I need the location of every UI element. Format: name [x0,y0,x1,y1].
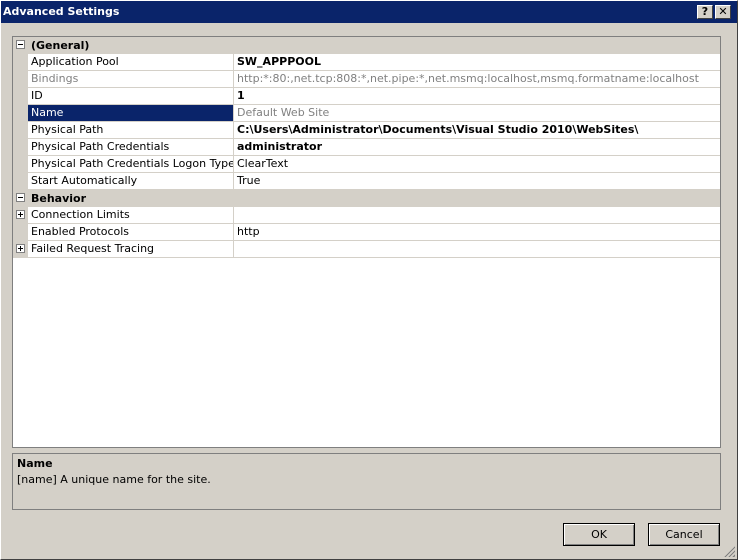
property-name: Failed Request Tracing [31,242,155,255]
property-value[interactable]: 1 [233,88,720,104]
ok-button[interactable]: OK [563,523,635,546]
property-name: Connection Limits [31,208,130,221]
category-behavior[interactable]: Behavior [13,190,720,207]
property-name: Start Automatically [31,174,138,187]
property-name: ID [31,89,43,102]
row-gutter [13,173,28,190]
property-row-name[interactable]: Name Default Web Site [13,105,720,122]
property-value[interactable]: SW_APPPOOL [233,54,720,70]
title-bar[interactable]: Advanced Settings ? ✕ [1,1,737,23]
property-name: Enabled Protocols [31,225,130,238]
advanced-settings-dialog: Advanced Settings ? ✕ (General) Applicat… [0,0,738,560]
property-row-physical-path-credentials[interactable]: Physical Path Credentials administrator [13,139,720,156]
close-icon: ✕ [718,5,728,18]
close-button[interactable]: ✕ [715,5,731,19]
description-title: Name [17,457,53,470]
property-value[interactable]: ClearText [233,156,720,172]
category-label: Behavior [31,192,87,205]
expand-icon[interactable] [16,244,25,253]
property-name: Physical Path Credentials [31,140,170,153]
property-row-start-automatically[interactable]: Start Automatically True [13,173,720,190]
dialog-title: Advanced Settings [3,5,120,18]
property-row-enabled-protocols[interactable]: Enabled Protocols http [13,224,720,241]
row-gutter [13,54,28,71]
description-panel: Name [name] A unique name for the site. [12,453,721,510]
property-value[interactable]: Default Web Site [233,105,720,121]
property-grid[interactable]: (General) Application Pool SW_APPPOOL Bi… [12,36,721,448]
property-name: Physical Path Credentials Logon Type [31,157,233,170]
property-row-connection-limits[interactable]: Connection Limits [13,207,720,224]
row-gutter [13,105,28,122]
category-general[interactable]: (General) [13,37,720,54]
property-row-id[interactable]: ID 1 [13,88,720,105]
property-row-failed-request-tracing[interactable]: Failed Request Tracing [13,241,720,258]
property-value[interactable] [233,241,720,257]
collapse-icon[interactable] [16,193,25,202]
property-name-selected: Name [28,105,233,121]
row-gutter [13,88,28,105]
property-row-logon-type[interactable]: Physical Path Credentials Logon Type Cle… [13,156,720,173]
description-text: [name] A unique name for the site. [17,473,211,486]
property-value[interactable]: http [233,224,720,240]
row-gutter [13,139,28,156]
property-value[interactable] [233,207,720,223]
row-gutter [13,207,28,224]
row-gutter [13,71,28,88]
property-name: Bindings [31,72,79,85]
collapse-icon[interactable] [16,40,25,49]
expand-icon[interactable] [16,210,25,219]
property-value[interactable]: administrator [233,139,720,155]
property-row-physical-path[interactable]: Physical Path C:\Users\Administrator\Doc… [13,122,720,139]
property-name: Physical Path [31,123,104,136]
cancel-button[interactable]: Cancel [648,523,720,546]
property-name: Application Pool [31,55,119,68]
help-button[interactable]: ? [697,5,713,19]
resize-grip-icon[interactable] [723,545,735,557]
property-value[interactable]: True [233,173,720,189]
property-row-application-pool[interactable]: Application Pool SW_APPPOOL [13,54,720,71]
property-value[interactable]: http:*:80:,net.tcp:808:*,net.pipe:*,net.… [233,71,720,87]
category-label: (General) [31,39,90,52]
property-value[interactable]: C:\Users\Administrator\Documents\Visual … [233,122,720,138]
row-gutter [13,122,28,139]
row-gutter [13,224,28,241]
help-icon: ? [701,5,709,18]
row-gutter [13,156,28,173]
row-gutter [13,241,28,258]
property-row-bindings[interactable]: Bindings http:*:80:,net.tcp:808:*,net.pi… [13,71,720,88]
